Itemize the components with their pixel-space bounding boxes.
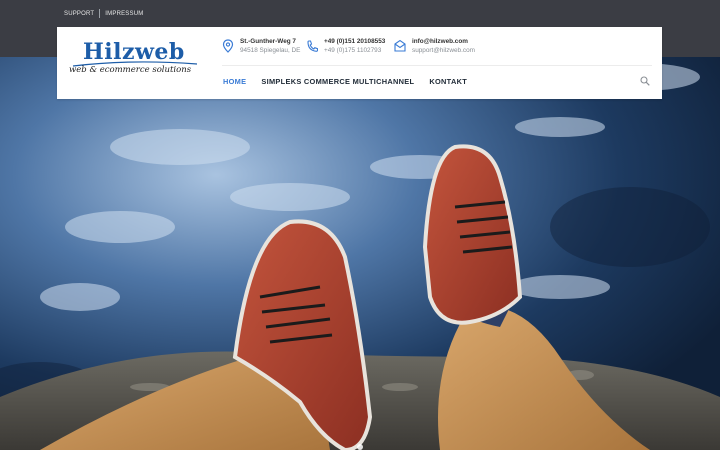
top-links: SUPPORT IMPRESSUM [64, 9, 143, 18]
search-icon[interactable] [640, 76, 650, 86]
header-divider [222, 65, 652, 66]
hero-photo [0, 57, 720, 450]
impressum-link[interactable]: IMPRESSUM [105, 11, 143, 17]
phone-icon [307, 40, 318, 52]
site-header: Hilzweb web & ecommerce solutions St.-Gu… [57, 27, 662, 99]
top-links-divider [99, 9, 101, 18]
hero-image [0, 57, 720, 450]
nav-item-simpleks-commerce-multichannel[interactable]: SIMPLEKS COMMERCE MULTICHANNEL [261, 77, 414, 86]
address-line-1: St.-Gunther-Weg 7 [240, 38, 296, 45]
logo-tagline: web & ecommerce solutions [69, 65, 192, 75]
envelope-icon [394, 39, 406, 52]
nav-item-home[interactable]: HOME [223, 77, 246, 86]
contact-address: St.-Gunther-Weg 7 94518 Spiegelau, DE [222, 37, 300, 55]
location-pin-icon [222, 39, 234, 53]
phone-line-1[interactable]: +49 (0)151 20108553 [324, 37, 385, 46]
contact-phone: +49 (0)151 20108553 +49 (0)175 1102793 [306, 37, 385, 55]
address-line-2: 94518 Spiegelau, DE [240, 47, 301, 54]
email-line-2[interactable]: support@hilzweb.com [412, 46, 475, 55]
nav-item-kontakt[interactable]: KONTAKT [429, 77, 467, 86]
email-line-1[interactable]: info@hilzweb.com [412, 37, 475, 46]
support-link[interactable]: SUPPORT [64, 11, 94, 17]
main-nav: HOME SIMPLEKS COMMERCE MULTICHANNEL KONT… [223, 77, 482, 86]
phone-line-2[interactable]: +49 (0)175 1102793 [324, 46, 385, 55]
contact-email: info@hilzweb.com support@hilzweb.com [394, 37, 475, 55]
site-logo[interactable]: Hilzweb web & ecommerce solutions [69, 37, 201, 83]
